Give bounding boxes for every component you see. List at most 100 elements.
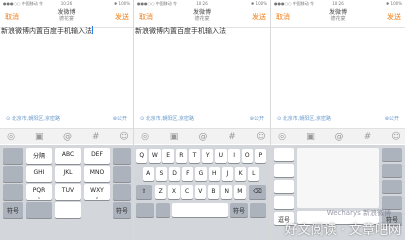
key-v[interactable]: V bbox=[194, 185, 206, 199]
key-y[interactable]: Y bbox=[202, 149, 214, 163]
screen-9key: ●●●○○ 中国移动 令 10:26 ✱ 100% 取消 发微博 德花宴 发送 … bbox=[0, 0, 133, 240]
visibility-button[interactable]: ⊕公开 bbox=[385, 115, 399, 122]
side-key-right[interactable] bbox=[113, 184, 131, 200]
camera-icon[interactable]: ◎ bbox=[6, 132, 16, 142]
location-button[interactable]: ⊙ 北京市,朝阳区,京密路 bbox=[140, 115, 194, 122]
key-分隔[interactable]: 分隔 bbox=[26, 148, 52, 164]
camera-icon[interactable]: ◎ bbox=[277, 132, 287, 142]
account-name: 德花宴 bbox=[330, 16, 346, 22]
return-key[interactable] bbox=[250, 203, 266, 217]
key-h[interactable]: H bbox=[208, 167, 220, 181]
right-key[interactable] bbox=[382, 180, 402, 193]
handwriting-pad[interactable] bbox=[297, 148, 379, 208]
nav-bar: 取消 发微博 德花宴 发送 bbox=[0, 8, 133, 28]
hashtag-icon[interactable]: # bbox=[91, 132, 101, 142]
key-m[interactable]: M bbox=[234, 185, 246, 199]
location-text: 北京市,朝阳区,京密路 bbox=[145, 116, 194, 122]
side-key-left[interactable] bbox=[3, 184, 23, 200]
key-c-label: C bbox=[184, 188, 190, 195]
left-key[interactable] bbox=[274, 164, 294, 177]
right-key[interactable] bbox=[382, 164, 402, 177]
left-key[interactable] bbox=[274, 180, 294, 193]
location-text: 北京市,朝阳区,京密路 bbox=[282, 116, 331, 122]
key-abc[interactable]: ABC bbox=[55, 148, 81, 164]
space-key[interactable] bbox=[55, 202, 81, 218]
key-q[interactable]: Q bbox=[136, 149, 148, 163]
side-key-right[interactable] bbox=[113, 166, 131, 182]
key-i[interactable]: I bbox=[228, 149, 240, 163]
right-key[interactable] bbox=[382, 148, 402, 161]
image-icon[interactable]: ▣ bbox=[169, 132, 179, 142]
at-icon[interactable]: @ bbox=[198, 132, 208, 142]
key-123[interactable] bbox=[26, 202, 52, 218]
camera-icon[interactable]: ◎ bbox=[140, 132, 150, 142]
key-a[interactable]: A bbox=[142, 167, 154, 181]
left-key[interactable] bbox=[274, 148, 294, 161]
page-title: 发微博 bbox=[192, 9, 211, 16]
left-key[interactable] bbox=[274, 196, 294, 209]
symbol-key[interactable]: 符号 bbox=[230, 203, 248, 217]
key-f[interactable]: F bbox=[182, 167, 194, 181]
key-t[interactable]: T bbox=[188, 149, 201, 163]
key-n[interactable]: N bbox=[221, 185, 233, 199]
key-j[interactable]: J bbox=[221, 167, 234, 181]
key-w[interactable]: W bbox=[149, 149, 161, 163]
delete-key[interactable]: ⌫ bbox=[249, 185, 266, 199]
key-tuv[interactable]: TUV bbox=[55, 184, 81, 200]
compose-area[interactable]: 新浪微博内置百度手机输入法 bbox=[0, 26, 133, 36]
side-key-right[interactable] bbox=[113, 148, 131, 164]
key-w-label: W bbox=[151, 152, 158, 159]
key-x[interactable]: X bbox=[168, 185, 180, 199]
hashtag-icon[interactable]: # bbox=[227, 132, 237, 142]
key-mno[interactable]: MNO bbox=[84, 166, 110, 182]
side-key-right[interactable]: 符号 bbox=[113, 202, 131, 218]
globe-key[interactable] bbox=[156, 203, 170, 217]
at-icon[interactable]: @ bbox=[63, 132, 73, 142]
key-p-label: P bbox=[258, 152, 263, 159]
shift-key-label: ⇧ bbox=[141, 188, 147, 195]
send-button[interactable]: 发送 bbox=[387, 12, 401, 22]
key-z[interactable]: Z bbox=[155, 185, 167, 199]
nav-bar: 取消 发微博 德花宴 发送 bbox=[134, 8, 270, 28]
key-k-label: K bbox=[238, 170, 243, 177]
key-jkl[interactable]: JKL bbox=[55, 166, 81, 182]
location-button[interactable]: ⊙ 北京市,朝阳区,京密路 bbox=[277, 115, 331, 122]
key-g[interactable]: G bbox=[195, 167, 207, 181]
key-e[interactable]: E bbox=[162, 149, 174, 163]
location-button[interactable]: ⊙ 北京市,朝阳区,京密路 bbox=[6, 115, 60, 122]
key-p[interactable]: P bbox=[254, 149, 267, 163]
key-d[interactable]: D bbox=[168, 167, 181, 181]
key-k[interactable]: K bbox=[234, 167, 247, 181]
key-s[interactable]: S bbox=[155, 167, 168, 181]
key-u[interactable]: U bbox=[215, 149, 227, 163]
image-icon[interactable]: ▣ bbox=[306, 132, 316, 142]
key-pqr[interactable]: PQR S bbox=[26, 184, 52, 200]
visibility-button[interactable]: ⊕公开 bbox=[250, 115, 264, 122]
key-c[interactable]: C bbox=[181, 185, 193, 199]
key-symbol-left[interactable]: 符号 bbox=[3, 202, 23, 218]
key-ghi[interactable]: GHI bbox=[26, 166, 52, 182]
key-b[interactable]: B bbox=[207, 185, 220, 199]
side-key-left[interactable] bbox=[3, 166, 23, 182]
image-icon[interactable]: ▣ bbox=[34, 132, 44, 142]
screen-qwerty: ●●●○○ 中国移动 令 10:26 ✱ 100% 取消 发微博 德花宴 发送 … bbox=[134, 0, 270, 240]
emoji-icon[interactable]: ☺ bbox=[256, 132, 266, 142]
emoji-icon[interactable]: ☺ bbox=[119, 132, 129, 142]
key-o[interactable]: O bbox=[241, 149, 253, 163]
space-key[interactable] bbox=[172, 203, 228, 217]
hashtag-icon[interactable]: # bbox=[363, 132, 373, 142]
emoji-icon[interactable]: ☺ bbox=[391, 132, 401, 142]
key-o-label: O bbox=[244, 152, 250, 159]
at-icon[interactable]: @ bbox=[334, 132, 344, 142]
send-button[interactable]: 发送 bbox=[115, 12, 129, 22]
key-123[interactable] bbox=[136, 203, 154, 217]
shift-key[interactable]: ⇧ bbox=[136, 185, 152, 199]
key-wxy[interactable]: WXY Z bbox=[84, 184, 110, 200]
key-r[interactable]: R bbox=[175, 149, 187, 163]
compose-area[interactable]: 新浪微博内置百度手机输入法 bbox=[134, 26, 270, 36]
send-button[interactable]: 发送 bbox=[252, 12, 266, 22]
key-l[interactable]: L bbox=[248, 167, 260, 181]
side-key-left[interactable] bbox=[3, 148, 23, 164]
key-def[interactable]: DEF bbox=[84, 148, 110, 164]
visibility-button[interactable]: ⊕公开 bbox=[113, 115, 127, 122]
